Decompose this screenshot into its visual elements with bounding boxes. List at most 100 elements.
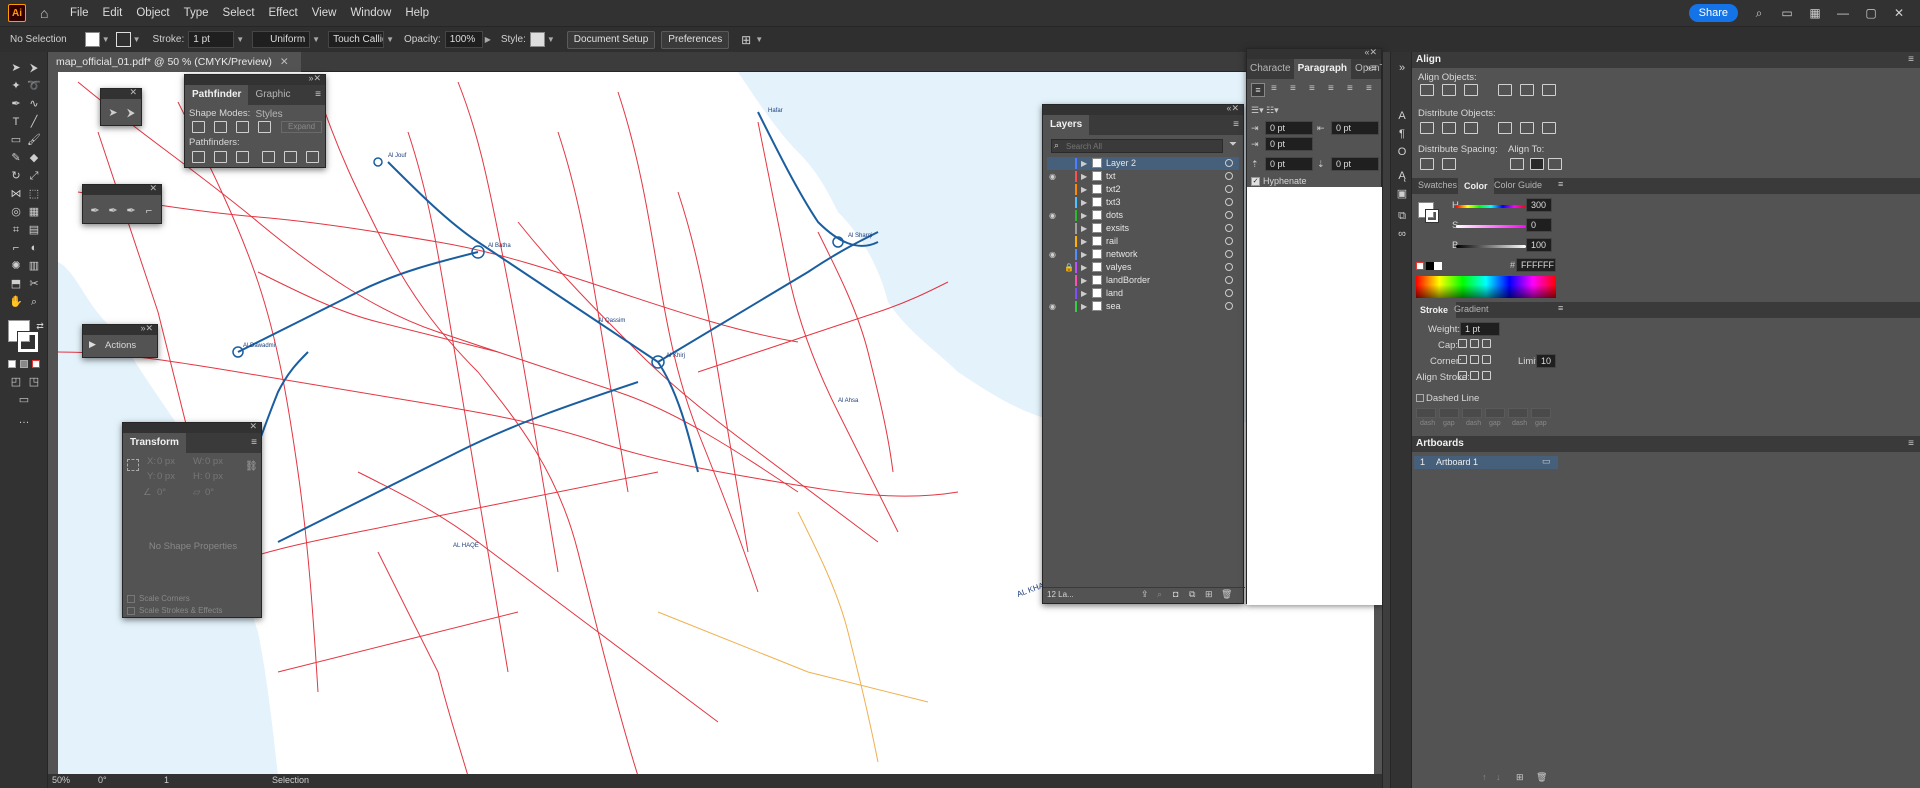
direct-selection-icon[interactable]: ⮞ <box>26 60 42 76</box>
layer-row[interactable]: 🔒 ▶ valyes <box>1047 261 1239 274</box>
white-swatch-icon[interactable] <box>1434 262 1442 270</box>
tab-paragraph[interactable]: Paragraph <box>1293 59 1352 79</box>
zoom-tool-icon[interactable]: ⌕ <box>26 294 42 310</box>
layer-row[interactable]: ▶ rail <box>1047 235 1239 248</box>
dash-gap-field[interactable] <box>1462 408 1482 418</box>
target-circle-icon[interactable] <box>1225 237 1233 245</box>
distribute-vcenter-icon[interactable] <box>1442 122 1456 134</box>
layers-search-input[interactable] <box>1066 140 1216 152</box>
pen-tool-icon[interactable]: ✒ <box>87 203 103 219</box>
blend-tool-icon[interactable]: ◐ <box>26 240 42 256</box>
minimize-icon[interactable]: — <box>1836 6 1850 20</box>
distribute-bottom-icon[interactable] <box>1464 122 1478 134</box>
crop-icon[interactable] <box>262 151 275 163</box>
menu-object[interactable]: Object <box>136 7 169 19</box>
tab-color-guide[interactable]: Color Guide <box>1494 180 1542 190</box>
outline-icon[interactable] <box>284 151 297 163</box>
align-left-edges-icon[interactable] <box>1420 84 1434 96</box>
visibility-eye-icon[interactable]: ◉ <box>1049 209 1061 222</box>
hue-field[interactable]: 300 <box>1526 198 1552 212</box>
eyedropper-icon[interactable]: ⌐ <box>8 240 24 256</box>
panel-grip[interactable]: ✕ <box>83 183 161 195</box>
shape-builder-icon[interactable]: ◎ <box>8 204 24 220</box>
lock-icon[interactable]: 🔒 <box>1064 261 1074 274</box>
opacity-field[interactable]: 100% <box>444 31 483 48</box>
reference-point-icon[interactable] <box>127 459 139 471</box>
align-stroke-outside-icon[interactable] <box>1482 371 1491 380</box>
layer-row[interactable]: ◉ ▶ txt <box>1047 170 1239 183</box>
layer-row[interactable]: ▶ landBorder <box>1047 274 1239 287</box>
paragraph-icon[interactable]: ¶ <box>1394 126 1410 142</box>
butt-cap-icon[interactable] <box>1458 339 1467 348</box>
panel-menu-icon[interactable]: ≡ <box>1558 179 1563 189</box>
expand-arrow-icon[interactable]: ▶ <box>1081 261 1087 274</box>
expand-arrow-icon[interactable]: ▶ <box>1081 170 1087 183</box>
visibility-eye-icon[interactable]: ◉ <box>1049 300 1061 313</box>
expand-arrow-icon[interactable]: ▶ <box>1081 235 1087 248</box>
free-transform-icon[interactable]: ⬚ <box>26 186 42 202</box>
layer-row[interactable]: ▶ txt2 <box>1047 183 1239 196</box>
menu-effect[interactable]: Effect <box>269 7 298 19</box>
h-field[interactable]: 0 px <box>205 471 223 482</box>
chevron-right-icon[interactable]: ▶ <box>485 35 491 44</box>
maximize-icon[interactable]: ▢ <box>1864 6 1878 20</box>
dash-gap-field[interactable] <box>1416 408 1436 418</box>
panel-grip[interactable]: »✕ <box>83 323 157 335</box>
justify-left-icon[interactable]: ≡ <box>1309 83 1315 94</box>
align-stroke-center-icon[interactable] <box>1458 371 1467 380</box>
color-spectrum[interactable] <box>1416 276 1556 298</box>
graphic-style-swatch[interactable] <box>529 32 545 47</box>
hand-tool-icon[interactable]: ✋ <box>8 294 24 310</box>
preferences-button[interactable]: Preferences <box>661 30 730 49</box>
expand-arrow-icon[interactable]: ▶ <box>1081 209 1087 222</box>
curvature-icon[interactable]: ∿ <box>26 96 42 112</box>
space-after-field[interactable]: 0 pt <box>1331 157 1379 171</box>
layer-row[interactable]: ◉ ▶ sea <box>1047 300 1239 313</box>
close-icon[interactable]: «✕ <box>1364 47 1377 58</box>
hue-slider[interactable] <box>1456 205 1526 208</box>
panel-menu-icon[interactable]: ≡ <box>1233 119 1239 130</box>
menu-file[interactable]: File <box>70 7 89 19</box>
merge-icon[interactable] <box>236 151 249 163</box>
first-line-indent-field[interactable]: 0 pt <box>1265 137 1313 151</box>
exclude-icon[interactable] <box>258 121 271 133</box>
distribute-top-icon[interactable] <box>1420 122 1434 134</box>
play-icon[interactable]: ▶ <box>89 339 96 350</box>
round-cap-icon[interactable] <box>1470 339 1479 348</box>
more-tools-icon[interactable]: … <box>16 412 32 428</box>
hyphenate-checkbox[interactable]: ✓ <box>1251 177 1260 186</box>
expand-arrow-icon[interactable]: ▶ <box>1081 274 1087 287</box>
panel-grip[interactable]: »✕ <box>185 73 325 85</box>
color-mode-icon[interactable] <box>8 360 16 368</box>
document-tab[interactable]: map_official_01.pdf* @ 50 % (CMYK/Previe… <box>48 52 301 72</box>
document-setup-button[interactable]: Document Setup <box>566 30 656 49</box>
panel-menu-icon[interactable]: ≡ <box>1558 303 1563 313</box>
artboard-row[interactable]: 1 Artboard 1 ▭ <box>1414 456 1558 469</box>
menu-view[interactable]: View <box>312 7 337 19</box>
line-tool-icon[interactable]: ╱ <box>26 114 42 130</box>
arrange-documents-icon[interactable]: ⊞ <box>739 33 753 47</box>
scale-tool-icon[interactable]: ⤢ <box>26 168 42 184</box>
perspective-grid-icon[interactable]: ▦ <box>26 204 42 220</box>
filter-icon[interactable]: ⏷ <box>1229 139 1237 150</box>
align-to-key-object-icon[interactable] <box>1548 158 1562 170</box>
w-field[interactable]: 0 px <box>205 456 223 467</box>
scale-corners-checkbox[interactable] <box>127 595 135 603</box>
expand-arrow-icon[interactable]: ▶ <box>1081 183 1087 196</box>
dash-gap-field[interactable] <box>1485 408 1505 418</box>
miter-join-icon[interactable] <box>1458 355 1467 364</box>
stroke-weight-field[interactable]: 1 pt <box>188 31 235 48</box>
rotation-field[interactable]: 0° <box>98 775 138 785</box>
arrange-icon[interactable]: ▦ <box>1808 6 1822 20</box>
draw-inside-icon[interactable]: ◳ <box>26 374 42 390</box>
tab-layers[interactable]: Layers <box>1043 115 1090 135</box>
distribute-hcenter-icon[interactable] <box>1520 122 1534 134</box>
weight-field[interactable]: 1 pt <box>1460 322 1500 336</box>
search-icon[interactable]: ⌕ <box>1752 6 1766 21</box>
libraries-icon[interactable]: ⧉ <box>1394 208 1410 224</box>
limit-field[interactable]: 10 <box>1536 354 1556 368</box>
intersect-icon[interactable] <box>236 121 249 133</box>
workspace-icon[interactable]: ▭ <box>1780 6 1794 20</box>
width-tool-icon[interactable]: ⋈ <box>8 186 24 202</box>
close-icon[interactable]: »✕ <box>140 323 153 334</box>
